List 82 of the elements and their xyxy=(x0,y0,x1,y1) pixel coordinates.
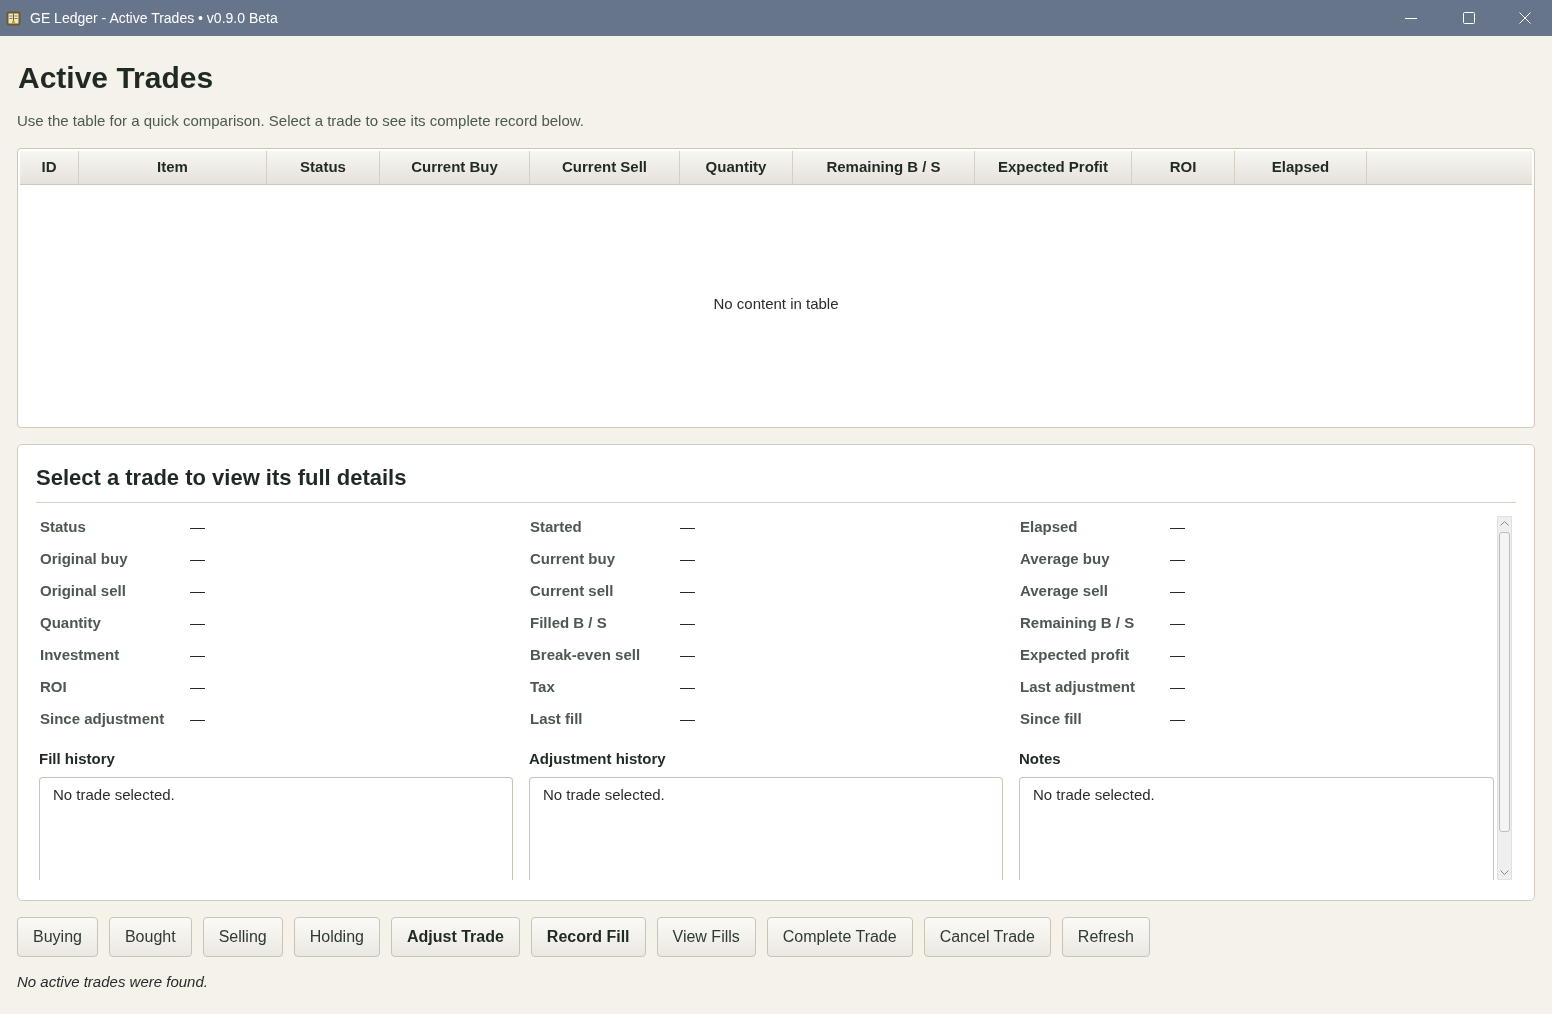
field-label: Quantity xyxy=(40,612,102,633)
field-value: — xyxy=(680,644,695,665)
column-header[interactable]: ROI xyxy=(1132,151,1235,184)
field-label: Break-even sell xyxy=(530,644,642,665)
page-title: Active Trades xyxy=(18,60,214,96)
action-button[interactable]: Refresh xyxy=(1061,917,1150,957)
field-label: Expected profit xyxy=(1020,644,1131,665)
column-header[interactable]: Current Sell xyxy=(530,151,680,184)
action-button[interactable]: View Fills xyxy=(656,917,756,957)
window-title: GE Ledger - Active Trades • v0.9.0 Beta xyxy=(30,8,278,28)
column-header[interactable]: Quantity xyxy=(680,151,793,184)
action-button[interactable]: Cancel Trade xyxy=(923,917,1051,957)
field-value: — xyxy=(680,612,695,633)
field-value: — xyxy=(1170,580,1185,601)
field-label: Remaining B / S xyxy=(1020,612,1136,633)
section-heading: Notes xyxy=(1019,749,1061,769)
field-label: Original buy xyxy=(40,548,129,569)
maximize-icon xyxy=(1463,12,1475,24)
field-value: — xyxy=(190,676,205,697)
field-label: Filled B / S xyxy=(530,612,608,633)
action-button[interactable]: Record Fill xyxy=(530,917,646,957)
action-button[interactable]: Selling xyxy=(202,917,283,957)
field-label: Original sell xyxy=(40,580,127,601)
column-header[interactable]: Elapsed xyxy=(1235,151,1367,184)
field-label: ROI xyxy=(40,676,68,697)
action-button[interactable]: Buying xyxy=(17,917,98,957)
column-header[interactable]: Item xyxy=(79,151,267,184)
field-value: — xyxy=(1170,708,1185,729)
field-label: Since fill xyxy=(1020,708,1083,729)
section-heading: Fill history xyxy=(39,749,115,769)
field-label: Current buy xyxy=(530,548,616,569)
close-icon xyxy=(1519,12,1531,24)
book-icon xyxy=(6,10,21,26)
field-value: — xyxy=(1170,612,1185,633)
field-label: Elapsed xyxy=(1020,516,1079,537)
field-label: Last fill xyxy=(530,708,584,729)
field-value: — xyxy=(190,548,205,569)
field-label: Average sell xyxy=(1020,580,1109,601)
text-area[interactable]: No trade selected. xyxy=(529,777,1003,880)
section-heading: Adjustment history xyxy=(529,749,666,769)
column-header[interactable]: Remaining B / S xyxy=(793,151,975,184)
column-header[interactable]: Expected Profit xyxy=(975,151,1132,184)
details-title: Select a trade to view its full details xyxy=(36,464,407,492)
field-label: Status xyxy=(40,516,87,537)
field-value: — xyxy=(190,644,205,665)
chevron-down-icon[interactable] xyxy=(1500,870,1509,875)
field-value: — xyxy=(190,580,205,601)
field-label: Average buy xyxy=(1020,548,1111,569)
field-value: — xyxy=(1170,644,1185,665)
field-label: Since adjustment xyxy=(40,708,166,729)
field-value: — xyxy=(680,516,695,537)
field-value: — xyxy=(1170,676,1185,697)
action-button[interactable]: Adjust Trade xyxy=(390,917,520,957)
field-label: Tax xyxy=(530,676,556,697)
field-value: — xyxy=(190,708,205,729)
field-value: — xyxy=(680,548,695,569)
status-message: No active trades were found. xyxy=(17,972,208,992)
field-label: Last adjustment xyxy=(1020,676,1137,697)
column-header[interactable]: Current Buy xyxy=(380,151,530,184)
action-button[interactable]: Bought xyxy=(108,917,192,957)
action-button[interactable]: Complete Trade xyxy=(766,917,913,957)
table-empty-message: No content in table xyxy=(713,293,839,314)
field-label: Started xyxy=(530,516,583,537)
field-value: — xyxy=(190,612,205,633)
field-value: — xyxy=(1170,548,1185,569)
field-value: — xyxy=(680,708,695,729)
field-value: — xyxy=(680,676,695,697)
action-button[interactable]: Holding xyxy=(293,917,380,957)
field-label: Investment xyxy=(40,644,121,665)
text-area[interactable]: No trade selected. xyxy=(39,777,513,880)
page-subtitle: Use the table for a quick comparison. Select a trade to see its complete record below. xyxy=(17,111,584,131)
chevron-up-icon[interactable] xyxy=(1500,521,1509,526)
column-header[interactable]: Status xyxy=(267,151,380,184)
field-value: — xyxy=(190,516,205,537)
scrollbar-track[interactable] xyxy=(1497,516,1512,880)
scrollbar-thumb[interactable] xyxy=(1499,532,1510,832)
text-area[interactable]: No trade selected. xyxy=(1019,777,1494,880)
column-header[interactable]: ID xyxy=(20,151,79,184)
field-value: — xyxy=(1170,516,1185,537)
field-label: Current sell xyxy=(530,580,615,601)
field-value: — xyxy=(680,580,695,601)
minimize-icon xyxy=(1405,17,1417,19)
